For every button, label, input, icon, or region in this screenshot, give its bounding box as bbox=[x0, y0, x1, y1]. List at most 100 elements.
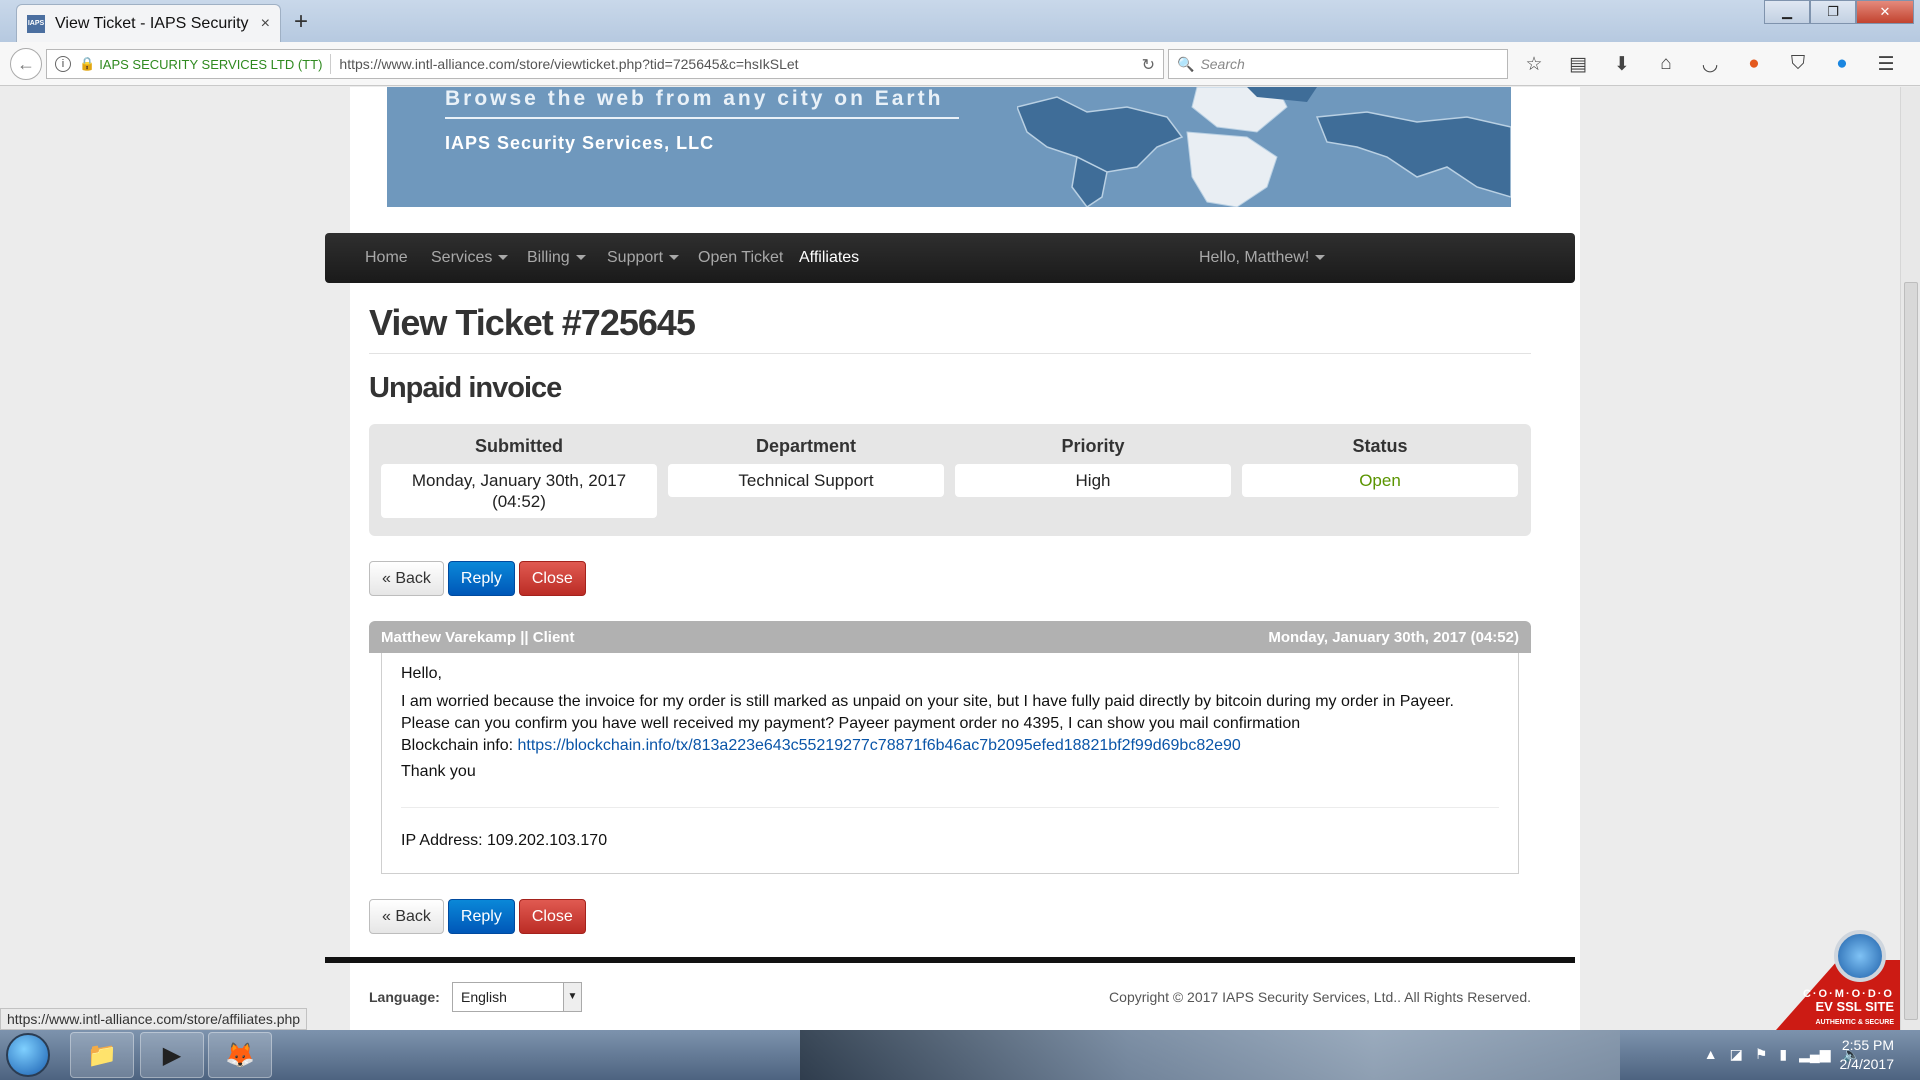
comodo-secure-label: AUTHENTIC & SECURE bbox=[1815, 1019, 1894, 1026]
window-controls: ▁ ❐ ✕ bbox=[1764, 0, 1914, 24]
page-scrollbar[interactable] bbox=[1900, 87, 1920, 1030]
system-tray: ▲ ◪ ⚑ ▮ ▂▄▆ 🔈 bbox=[1704, 1046, 1860, 1063]
department-value: Technical Support bbox=[668, 464, 944, 497]
page-viewport: Browse the web from any city on Earth IA… bbox=[0, 87, 1920, 1030]
ticket-actions-bottom: « Back Reply Close bbox=[369, 899, 586, 934]
blockchain-link[interactable]: https://blockchain.info/tx/813a223e643c5… bbox=[518, 737, 1241, 754]
language-value: English bbox=[461, 989, 507, 1005]
close-ticket-button[interactable]: Close bbox=[518, 561, 586, 596]
caret-down-icon bbox=[669, 255, 680, 261]
window-close-button[interactable]: ✕ bbox=[1856, 0, 1914, 24]
tray-expand-icon[interactable]: ▲ bbox=[1704, 1046, 1718, 1063]
page-container: Browse the web from any city on Earth IA… bbox=[325, 87, 1580, 1030]
toolbar-icons: ☆ ▤ ⬇ ⌂ ◡ ● ⛉ ● ☰ bbox=[1522, 52, 1898, 76]
blockchain-label: Blockchain info: bbox=[401, 737, 518, 754]
download-icon[interactable]: ⬇ bbox=[1610, 52, 1634, 76]
banner-divider bbox=[445, 117, 959, 119]
site-identity[interactable]: IAPS SECURITY SERVICES LTD (TT) bbox=[99, 57, 322, 72]
taskbar: 📁 ▶ 🦊 ▲ ◪ ⚑ ▮ ▂▄▆ 🔈 2:55 PM 2/4/2017 bbox=[0, 1030, 1920, 1080]
maximize-button[interactable]: ❐ bbox=[1810, 0, 1856, 24]
acrobat-icon[interactable]: ◪ bbox=[1730, 1046, 1743, 1063]
nav-affiliates[interactable]: Affiliates bbox=[799, 233, 859, 283]
status-column: Status Open bbox=[1242, 436, 1518, 497]
ticket-actions-top: « Back Reply Close bbox=[369, 561, 586, 596]
info-icon[interactable]: i bbox=[55, 56, 71, 72]
network-icon[interactable]: ▂▄▆ bbox=[1799, 1046, 1830, 1063]
start-button-icon[interactable] bbox=[6, 1033, 50, 1077]
ip-address: IP Address: 109.202.103.170 bbox=[401, 832, 608, 849]
power-icon[interactable]: ▮ bbox=[1779, 1046, 1787, 1063]
message-line: I am worried because the invoice for my … bbox=[401, 693, 1454, 710]
status-url: https://www.intl-alliance.com/store/affi… bbox=[0, 1008, 308, 1030]
search-placeholder: Search bbox=[1200, 56, 1245, 72]
reload-icon[interactable]: ↻ bbox=[1142, 55, 1155, 75]
nav-user-label: Hello, Matthew! bbox=[1199, 249, 1310, 266]
ublock-icon[interactable]: ⛉ bbox=[1786, 52, 1810, 76]
explorer-icon[interactable]: 📁 bbox=[70, 1032, 134, 1078]
submitted-label: Submitted bbox=[475, 436, 563, 456]
scrollbar-thumb[interactable] bbox=[1904, 282, 1918, 1020]
message-line: Please can you confirm you have well rec… bbox=[401, 715, 1301, 732]
priority-column: Priority High bbox=[955, 436, 1231, 497]
language-label: Language: bbox=[369, 989, 440, 1005]
banner-tagline: Browse the web from any city on Earth bbox=[445, 87, 944, 110]
comodo-ssl-badge[interactable]: C·O·M·O·D·O EV SSL SITE AUTHENTIC & SECU… bbox=[1776, 924, 1900, 1030]
nav-home[interactable]: Home bbox=[365, 233, 408, 283]
nav-support[interactable]: Support bbox=[607, 233, 680, 283]
message-divider bbox=[401, 807, 1499, 808]
caret-down-icon bbox=[1315, 255, 1326, 261]
message-date: Monday, January 30th, 2017 (04:52) bbox=[1268, 628, 1519, 646]
back-button[interactable]: « Back bbox=[369, 561, 444, 596]
reading-list-icon[interactable]: ▤ bbox=[1566, 52, 1590, 76]
address-bar[interactable]: i 🔒 IAPS SECURITY SERVICES LTD (TT) http… bbox=[46, 49, 1164, 79]
url-separator bbox=[330, 54, 332, 74]
language-select[interactable]: English ▼ bbox=[452, 982, 582, 1012]
new-tab-button[interactable]: + bbox=[294, 8, 308, 36]
tab-close-icon[interactable]: × bbox=[261, 15, 270, 33]
back-button[interactable]: « Back bbox=[369, 899, 444, 934]
clock[interactable]: 2:55 PM 2/4/2017 bbox=[1840, 1036, 1895, 1074]
banner-company: IAPS Security Services, LLC bbox=[445, 133, 715, 153]
priority-value: High bbox=[955, 464, 1231, 497]
copyright: Copyright © 2017 IAPS Security Services,… bbox=[1109, 989, 1531, 1005]
nav-services-label: Services bbox=[431, 249, 493, 266]
message-body: Hello, I am worried because the invoice … bbox=[381, 653, 1519, 874]
nav-open-ticket[interactable]: Open Ticket bbox=[698, 233, 783, 283]
priority-label: Priority bbox=[1061, 436, 1125, 456]
reply-button[interactable]: Reply bbox=[447, 899, 515, 934]
message-header: Matthew Varekamp || Client Monday, Janua… bbox=[369, 621, 1531, 653]
pocket-icon[interactable]: ◡ bbox=[1698, 52, 1722, 76]
nav-billing-label: Billing bbox=[527, 249, 570, 266]
media-player-icon[interactable]: ▶ bbox=[140, 1032, 204, 1078]
menu-icon[interactable]: ☰ bbox=[1874, 52, 1898, 76]
search-input[interactable]: 🔍 Search bbox=[1168, 49, 1508, 79]
caret-down-icon bbox=[498, 255, 509, 261]
minimize-button[interactable]: ▁ bbox=[1764, 0, 1810, 24]
search-icon: 🔍 bbox=[1177, 55, 1195, 72]
main-navigation: Home Services Billing Support Open Ticke… bbox=[325, 233, 1575, 283]
clock-date: 2/4/2017 bbox=[1839, 1056, 1895, 1072]
back-arrow-icon[interactable]: ← bbox=[10, 48, 42, 80]
dropdown-arrow-icon[interactable]: ▼ bbox=[563, 983, 581, 1011]
reply-button[interactable]: Reply bbox=[447, 561, 515, 596]
nav-billing[interactable]: Billing bbox=[527, 233, 586, 283]
url-text[interactable]: https://www.intl-alliance.com/store/view… bbox=[339, 56, 798, 72]
status-badge: Open bbox=[1242, 464, 1518, 497]
browser-tab[interactable]: IAPS View Ticket - IAPS Security ... × bbox=[16, 4, 281, 42]
home-icon[interactable]: ⌂ bbox=[1654, 52, 1678, 76]
message-author: Matthew Varekamp || Client bbox=[381, 628, 575, 646]
browser-titlebar: IAPS View Ticket - IAPS Security ... × +… bbox=[0, 0, 1920, 42]
lock-icon: 🔒 bbox=[79, 56, 96, 71]
message-greeting: Hello, bbox=[401, 665, 442, 682]
nav-services[interactable]: Services bbox=[431, 233, 509, 283]
world-map-icon bbox=[1017, 87, 1511, 207]
submitted-column: Submitted Monday, January 30th, 2017 (04… bbox=[381, 436, 657, 518]
flag-icon[interactable]: ⚑ bbox=[1755, 1046, 1768, 1063]
duckduckgo-icon[interactable]: ● bbox=[1742, 52, 1766, 76]
firefox-icon[interactable]: 🦊 bbox=[208, 1032, 272, 1078]
close-ticket-button[interactable]: Close bbox=[518, 899, 586, 934]
share-icon[interactable]: ● bbox=[1830, 52, 1854, 76]
favicon-icon: IAPS bbox=[27, 14, 45, 33]
nav-user-menu[interactable]: Hello, Matthew! bbox=[1199, 233, 1326, 283]
star-icon[interactable]: ☆ bbox=[1522, 52, 1546, 76]
